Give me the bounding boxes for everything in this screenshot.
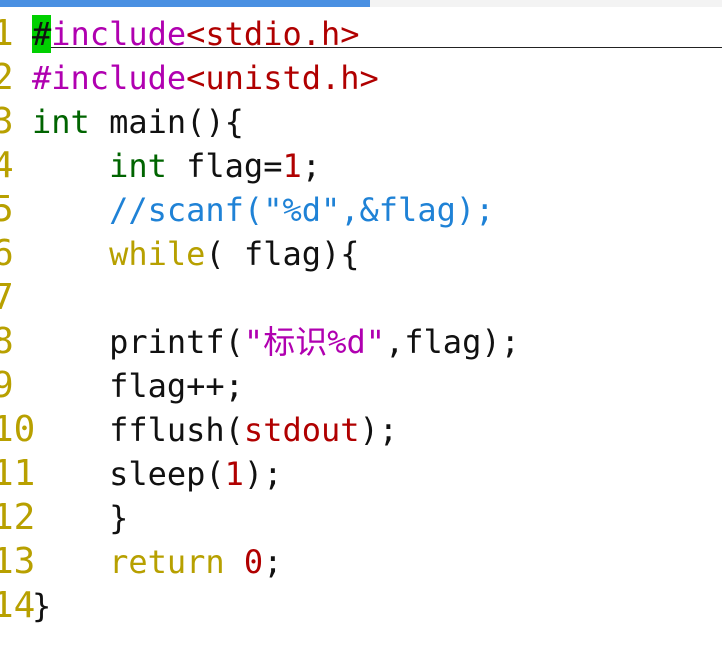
- code-token: int: [109, 147, 167, 185]
- code-token: #include: [32, 59, 187, 97]
- code-line-7[interactable]: 7: [0, 276, 722, 320]
- code-text[interactable]: #include<unistd.h>: [32, 56, 379, 100]
- code-line-14[interactable]: 14}: [0, 584, 722, 628]
- line-number: 13: [0, 541, 36, 582]
- code-token: <unistd.h>: [186, 59, 379, 97]
- line-number: 7: [0, 277, 14, 318]
- code-token: );: [359, 411, 399, 449]
- code-text[interactable]: //scanf("%d",&flag);: [32, 188, 494, 232]
- line-number: 4: [0, 145, 14, 186]
- code-token: return: [109, 543, 225, 581]
- code-token: }: [32, 587, 52, 625]
- line-number: 12: [0, 497, 36, 538]
- code-text[interactable]: printf("标识%d",flag);: [32, 320, 520, 364]
- code-token: 0: [243, 543, 264, 581]
- code-token: );: [243, 455, 283, 493]
- line-number: 6: [0, 233, 14, 274]
- line-number: 10: [0, 409, 36, 450]
- code-line-4[interactable]: 4 int flag=1;: [0, 144, 722, 188]
- window-top-bar: [0, 0, 722, 7]
- code-text[interactable]: #include<stdio.h>: [32, 12, 360, 56]
- code-line-13[interactable]: 13 return 0;: [0, 540, 722, 584]
- code-token: ( flag){: [205, 235, 360, 273]
- code-token: printf(: [32, 323, 244, 361]
- code-token: include: [51, 15, 187, 53]
- code-line-6[interactable]: 6 while( flag){: [0, 232, 722, 276]
- code-token: }: [32, 499, 129, 537]
- text-cursor: #: [32, 15, 52, 53]
- code-line-9[interactable]: 9 flag++;: [0, 364, 722, 408]
- code-editor[interactable]: 1 #include<stdio.h> 2 #include<unistd.h> 3 in…: [0, 12, 722, 628]
- code-token: 1: [224, 455, 244, 493]
- code-token: stdout: [243, 411, 360, 449]
- code-token: while: [109, 235, 206, 273]
- code-token: fflush(: [32, 411, 244, 449]
- code-line-11[interactable]: 11 sleep(1);: [0, 452, 722, 496]
- code-token: 1: [282, 147, 302, 185]
- code-text[interactable]: int flag=1;: [32, 144, 321, 188]
- line-number: 8: [0, 321, 14, 362]
- line-number: 1: [0, 13, 14, 54]
- code-line-8[interactable]: 8 printf("标识%d",flag);: [0, 320, 722, 364]
- code-text[interactable]: }: [32, 584, 51, 628]
- line-number: 14: [0, 585, 36, 626]
- code-token: <stdio.h>: [186, 15, 360, 53]
- code-token: sleep(: [32, 455, 225, 493]
- code-line-1[interactable]: 1 #include<stdio.h>: [0, 12, 722, 56]
- code-text[interactable]: return 0;: [32, 540, 282, 584]
- line-number: 2: [0, 57, 14, 98]
- code-text[interactable]: flag++;: [32, 364, 244, 408]
- code-line-12[interactable]: 12 }: [0, 496, 722, 540]
- code-token: flag++;: [32, 367, 244, 405]
- code-token: ,flag);: [385, 323, 520, 361]
- code-line-10[interactable]: 10 fflush(stdout);: [0, 408, 722, 452]
- code-token: //scanf("%d",&flag);: [109, 191, 495, 229]
- code-text[interactable]: while( flag){: [32, 232, 360, 276]
- line-number: 3: [0, 101, 14, 142]
- line-number: 11: [0, 453, 36, 494]
- code-line-3[interactable]: 3 int main(){: [0, 100, 722, 144]
- code-token: main(){: [89, 103, 244, 141]
- line-number: 9: [0, 365, 14, 406]
- code-line-5[interactable]: 5 //scanf("%d",&flag);: [0, 188, 722, 232]
- active-tab-indicator[interactable]: [0, 0, 370, 7]
- code-token: int: [32, 103, 90, 141]
- code-line-2[interactable]: 2 #include<unistd.h>: [0, 56, 722, 100]
- code-text[interactable]: }: [32, 496, 128, 540]
- code-text[interactable]: int main(){: [32, 100, 244, 144]
- code-text[interactable]: sleep(1);: [32, 452, 282, 496]
- line-number: 5: [0, 189, 14, 230]
- code-text[interactable]: fflush(stdout);: [32, 408, 398, 452]
- code-token: flag=: [166, 147, 283, 185]
- code-token: ;: [301, 147, 321, 185]
- code-token: "标识%d": [243, 323, 385, 361]
- code-token: ;: [263, 543, 283, 581]
